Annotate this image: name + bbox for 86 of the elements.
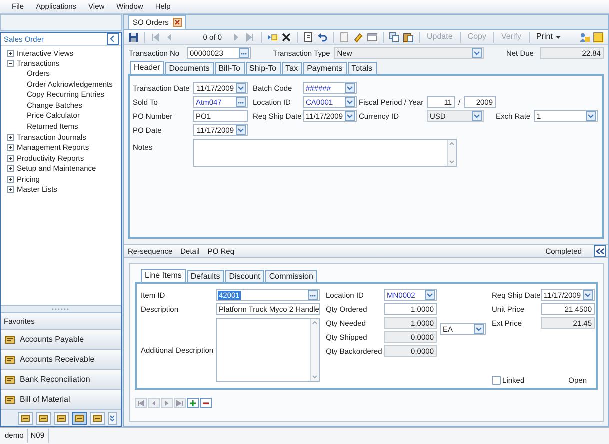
dropdown-button[interactable] (474, 324, 484, 334)
tab[interactable]: Line Items (141, 269, 186, 282)
module-icon (5, 336, 15, 344)
expand-icon[interactable] (7, 165, 14, 172)
module-icon (93, 414, 102, 422)
dropdown-button[interactable] (586, 111, 596, 121)
close-icon[interactable] (172, 18, 182, 27)
checkbox[interactable] (492, 376, 501, 385)
module-shortcut[interactable] (90, 412, 105, 424)
delete-icon[interactable] (281, 32, 292, 42)
dropdown-button[interactable] (345, 111, 355, 121)
document-icon[interactable] (303, 32, 314, 42)
previous-button[interactable] (148, 398, 160, 408)
scroll-up-icon[interactable] (311, 319, 319, 327)
tab[interactable]: Bill-To (214, 62, 244, 74)
module-shortcut[interactable] (36, 412, 51, 424)
note-icon[interactable] (593, 32, 604, 42)
tab[interactable]: Payments (303, 62, 347, 74)
next-icon (163, 400, 171, 406)
add-button[interactable] (187, 398, 199, 408)
dropdown-button[interactable] (236, 125, 246, 135)
remove-button[interactable] (200, 398, 212, 408)
module-button[interactable]: Accounts Receivable (1, 349, 121, 369)
collapse-button[interactable] (107, 33, 119, 45)
tab[interactable]: Ship-To (246, 62, 281, 74)
plus-icon (189, 400, 197, 406)
window-icon[interactable] (367, 32, 378, 42)
module-icon (5, 376, 15, 384)
lookup-button[interactable] (236, 97, 246, 107)
tab[interactable]: Header (130, 61, 164, 74)
scroll-down-icon[interactable] (311, 373, 319, 381)
page-icon[interactable] (339, 32, 350, 42)
minus-icon (202, 400, 210, 406)
tab[interactable]: Discount (225, 270, 264, 282)
tab[interactable]: Documents (165, 62, 214, 74)
dropdown-button[interactable] (345, 97, 355, 107)
users-icon[interactable] (579, 32, 590, 42)
dropdown-button[interactable] (345, 83, 355, 93)
double-chevron-icon (596, 248, 604, 254)
next-button[interactable] (161, 398, 173, 408)
expand-icon[interactable] (7, 50, 14, 57)
tab[interactable]: Totals (348, 62, 377, 74)
new-icon[interactable] (267, 32, 278, 42)
last-icon (176, 400, 184, 406)
previous-icon (150, 400, 158, 406)
module-button[interactable]: Bank Reconciliation (1, 369, 121, 389)
copy-icon[interactable] (389, 32, 400, 42)
module-shortcut[interactable] (72, 412, 87, 424)
module-icon (39, 414, 48, 422)
collapse-icon[interactable] (7, 60, 14, 68)
tab[interactable]: Defaults (186, 270, 224, 282)
scroll-down-icon[interactable] (448, 158, 456, 166)
splitter-handle[interactable] (51, 308, 71, 310)
collapse-button[interactable] (594, 245, 606, 257)
scroll-up-icon[interactable] (448, 140, 456, 148)
tab[interactable]: Tax (282, 62, 302, 74)
dropdown-button[interactable] (425, 290, 435, 300)
dropdown-button[interactable] (583, 290, 593, 300)
expand-icon[interactable] (7, 144, 14, 152)
expand-icon[interactable] (7, 176, 14, 183)
lookup-button[interactable] (239, 48, 249, 58)
first-button[interactable] (135, 398, 147, 408)
tab[interactable]: Commission (265, 270, 318, 282)
module-shortcut[interactable] (54, 412, 69, 424)
module-icon (57, 414, 66, 422)
expand-icon[interactable] (7, 154, 14, 162)
module-icon (5, 356, 15, 364)
more-button[interactable] (108, 412, 117, 424)
module-shortcut[interactable] (18, 412, 33, 424)
expand-icon[interactable] (7, 134, 14, 141)
paste-icon[interactable] (403, 32, 414, 42)
undo-icon[interactable] (317, 32, 328, 42)
save-icon[interactable] (128, 32, 139, 42)
dropdown-button[interactable] (236, 83, 246, 93)
first-icon (137, 400, 145, 406)
last-button[interactable] (174, 398, 186, 408)
module-button[interactable]: Bill of Material (1, 389, 121, 409)
module-icon (5, 396, 15, 404)
scrollbar[interactable] (310, 319, 319, 381)
module-button[interactable]: Accounts Payable (1, 329, 121, 349)
expand-icon[interactable] (7, 186, 14, 194)
module-icon (21, 414, 30, 422)
toolbar-button[interactable]: Print (534, 32, 563, 42)
module-icon (75, 414, 84, 422)
lookup-button[interactable] (308, 290, 318, 300)
scrollbar[interactable] (447, 140, 456, 166)
